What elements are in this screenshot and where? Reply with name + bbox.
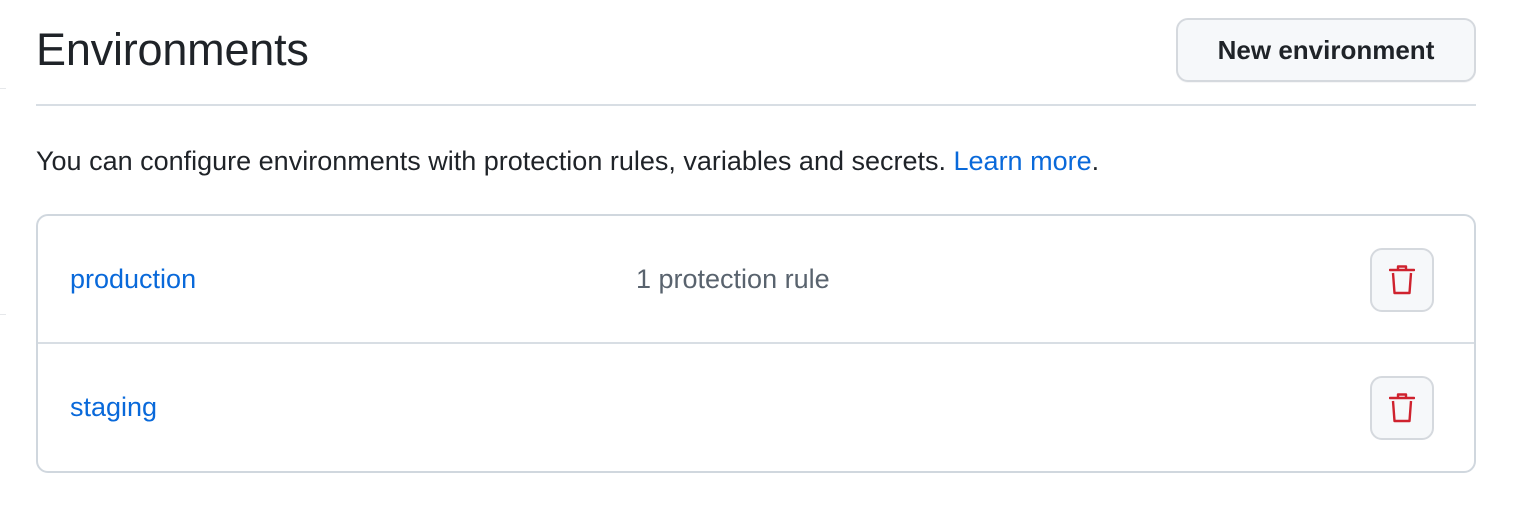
learn-more-link[interactable]: Learn more [954,146,1092,176]
environment-row-production: production 1 protection rule [38,216,1474,344]
description-suffix: . [1091,146,1100,176]
description-text: You can configure environments with prot… [36,146,946,176]
environments-list: production 1 protection rule staging [36,214,1476,473]
environment-link-production[interactable]: production [70,262,196,296]
delete-environment-button-staging[interactable] [1370,376,1434,440]
environment-protection-rules: 1 protection rule [636,264,830,294]
environments-page: Environments New environment You can con… [0,0,1514,516]
environment-link-staging[interactable]: staging [70,390,157,424]
page-title: Environments [36,24,309,75]
edge-tick [0,88,6,89]
edge-tick [0,314,6,315]
new-environment-button[interactable]: New environment [1176,18,1476,82]
environments-description: You can configure environments with prot… [36,144,1099,178]
trash-icon [1389,393,1415,423]
delete-environment-button-production[interactable] [1370,248,1434,312]
page-header: Environments New environment [36,18,1476,106]
trash-icon [1389,265,1415,295]
environment-row-staging: staging [38,344,1474,471]
